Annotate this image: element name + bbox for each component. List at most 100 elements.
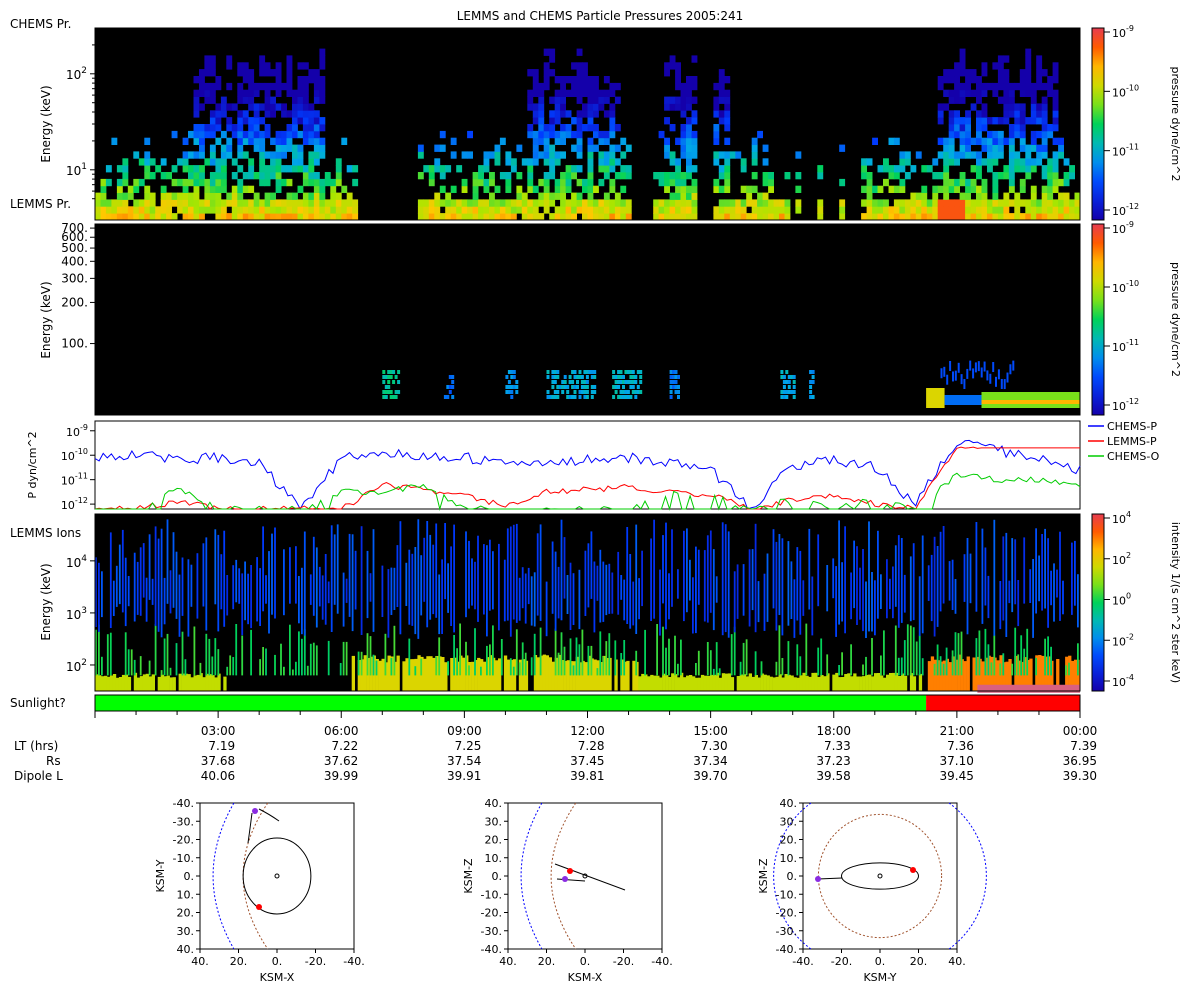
chems-cell xyxy=(981,117,988,125)
chems-cell xyxy=(1041,192,1048,200)
chems-cell xyxy=(133,213,140,221)
chems-cell xyxy=(784,206,791,214)
lemms-pr-cell xyxy=(556,395,560,399)
chems-cell xyxy=(105,165,112,173)
chems-cell xyxy=(686,144,692,152)
chems-cell xyxy=(352,178,359,187)
chems-cell xyxy=(467,206,473,214)
chems-cell xyxy=(970,69,977,77)
chems-cell xyxy=(965,213,971,221)
lemms-ions-spike xyxy=(1071,542,1073,615)
lemms-ions-low-band xyxy=(163,676,167,691)
lemms-ions-spike xyxy=(295,546,297,604)
chems-cell xyxy=(138,178,145,187)
chems-cell xyxy=(598,178,605,187)
chems-cell xyxy=(779,199,785,207)
chems-cell xyxy=(1030,137,1037,145)
lemms-pr-cell xyxy=(593,385,597,389)
orbit-ytick-label: 30. xyxy=(485,815,503,828)
lemms-ions-low-band xyxy=(115,677,120,691)
lemms-ions-spike xyxy=(641,550,643,607)
lemms-pr-cell xyxy=(451,395,455,399)
lemms-ions-spike xyxy=(1077,574,1079,628)
chems-cell xyxy=(209,178,216,187)
lemms-ions-low-band xyxy=(136,677,141,691)
lemms-ions-spike xyxy=(790,561,793,619)
lemms-ions-spike xyxy=(811,576,814,636)
chems-cell xyxy=(1014,213,1021,221)
chems-cell xyxy=(144,165,151,173)
chems-cell xyxy=(116,206,123,214)
chems-cell xyxy=(292,110,298,118)
lemms-ions-spike xyxy=(721,522,724,636)
chems-cell xyxy=(883,165,889,173)
chems-cell xyxy=(193,137,200,145)
chems-cell xyxy=(669,96,676,104)
lemms-ions-spike xyxy=(748,549,751,627)
chems-cell xyxy=(434,144,441,152)
lemms-ions-spike xyxy=(1038,555,1040,602)
chems-cell xyxy=(100,199,107,207)
chems-cell xyxy=(746,185,753,193)
chems-cell xyxy=(691,199,698,207)
lemms-ions-low-band xyxy=(700,674,705,691)
lemms-ions-spike xyxy=(295,661,297,676)
lemms-ions-spike xyxy=(259,568,261,626)
chems-cell xyxy=(571,82,577,91)
lemms-ions-low-band xyxy=(739,674,743,691)
chems-cell xyxy=(313,137,320,145)
lemms-ions-spike xyxy=(602,561,605,622)
chems-cell xyxy=(603,206,610,214)
lemms-ions-spike xyxy=(793,579,796,638)
lemms-pr-cell xyxy=(510,390,514,394)
chems-cell xyxy=(308,124,315,132)
lemms-ions-spike xyxy=(1059,531,1061,621)
lemms-ions-spike xyxy=(118,544,121,605)
chems-cell xyxy=(724,89,731,97)
chems-cell xyxy=(943,137,950,145)
lemms-pr-cell xyxy=(505,375,509,379)
lemms-ions-spike xyxy=(447,563,449,613)
chems-cell xyxy=(943,89,950,97)
chems-cell xyxy=(839,144,846,152)
chems-cell xyxy=(237,213,244,221)
lemms-ions-spike xyxy=(342,572,345,627)
chems-cell xyxy=(220,172,227,180)
chems-cell xyxy=(576,144,583,152)
lemms-pr-cell xyxy=(394,395,398,399)
lemms-ions-low-band xyxy=(862,676,866,691)
lemms-ions-low-band xyxy=(545,655,549,691)
orbit-xtick-label: 0. xyxy=(580,955,591,968)
chems-cell xyxy=(675,103,681,111)
chems-ytick-label: 102 xyxy=(66,66,87,82)
lemms-ions-spike xyxy=(623,579,626,621)
chems-cell xyxy=(456,199,463,207)
lemms-pr-cell xyxy=(677,395,680,399)
chems-cell xyxy=(866,158,873,166)
chems-cell xyxy=(231,124,238,132)
chems-cell xyxy=(948,185,955,193)
lemms-ions-spike xyxy=(993,519,996,636)
lemms-ions-spike xyxy=(999,663,1002,676)
chems-cell xyxy=(926,213,933,221)
lemms-ions-spike xyxy=(554,628,557,676)
lemms-ions-low-band xyxy=(381,658,385,691)
chems-cell xyxy=(182,185,189,193)
chems-cell xyxy=(242,185,249,193)
chems-cell xyxy=(582,103,588,111)
orbit-ytick-label: 20. xyxy=(780,834,798,847)
lemms-ions-low-band xyxy=(721,673,726,691)
lemms-ions-spike xyxy=(733,626,736,676)
lemms-ions-spike xyxy=(566,575,569,614)
lemms-ions-spike xyxy=(874,580,876,636)
chems-cell xyxy=(182,206,189,214)
chems-cell xyxy=(253,82,260,91)
chems-cell xyxy=(757,206,763,214)
chems-cell xyxy=(959,151,966,159)
lemms-ions-low-band xyxy=(199,673,203,691)
chems-cell xyxy=(510,213,517,221)
lemms-ions-spike xyxy=(471,558,473,606)
lemms-ions-spike xyxy=(369,636,372,676)
chems-cell xyxy=(275,130,282,139)
chems-cell xyxy=(532,110,539,118)
